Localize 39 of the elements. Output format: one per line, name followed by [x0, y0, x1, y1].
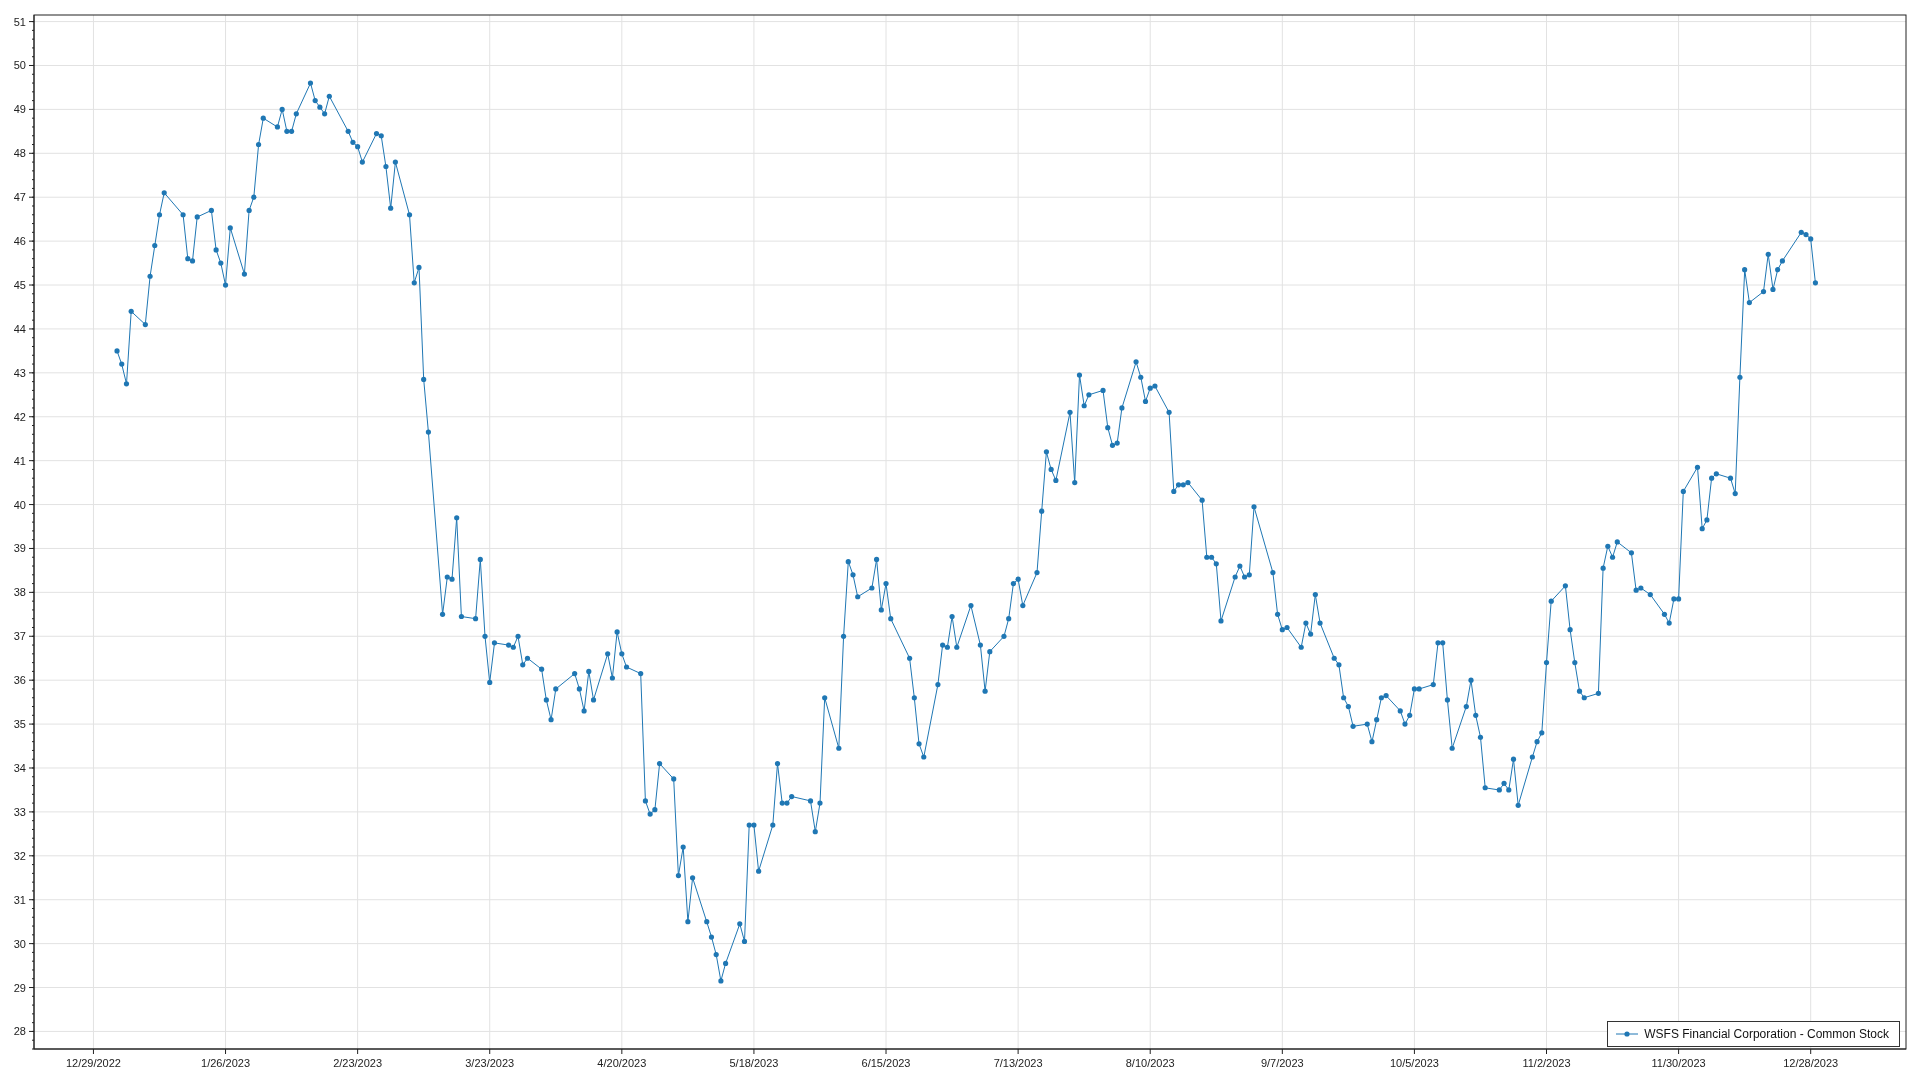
y-tick-label: 50	[13, 59, 26, 72]
y-tick-label: 39	[13, 542, 26, 555]
x-tick-label: 9/7/2023	[1260, 1057, 1304, 1069]
x-tick-label: 12/29/2022	[65, 1057, 121, 1069]
x-tick-label: 1/26/2023	[201, 1057, 250, 1069]
x-tick-label: 10/5/2023	[1389, 1057, 1439, 1069]
y-tick-label: 48	[13, 147, 26, 160]
y-tick-label: 45	[13, 279, 26, 292]
y-tick-label: 40	[13, 498, 26, 511]
y-tick-label: 51	[13, 15, 26, 28]
y-tick-label: 28	[13, 1025, 26, 1038]
x-tick-label: 7/13/2023	[993, 1057, 1043, 1069]
y-tick-label: 37	[13, 630, 26, 643]
y-tick-label: 34	[13, 762, 26, 774]
y-tick-label: 32	[13, 849, 26, 862]
y-tick-label: 43	[13, 366, 26, 379]
x-tick-label: 11/2/2023	[1522, 1057, 1571, 1069]
y-tick-label: 36	[13, 674, 26, 687]
y-tick-label: 44	[13, 322, 26, 335]
x-tick-label: 12/28/2023	[1783, 1057, 1839, 1069]
y-tick-label: 42	[13, 410, 26, 423]
x-tick-label: 11/30/2023	[1651, 1057, 1706, 1069]
y-tick-label: 33	[13, 805, 26, 818]
x-tick-label: 4/20/2023	[597, 1057, 647, 1069]
y-tick-label: 31	[13, 893, 26, 906]
y-tick-label: 46	[13, 235, 26, 248]
y-tick-label: 47	[13, 191, 26, 204]
x-tick-label: 2/23/2023	[333, 1057, 383, 1069]
y-tick-label: 30	[13, 937, 26, 950]
x-tick-label: 6/15/2023	[861, 1057, 911, 1069]
y-tick-label: 29	[13, 981, 26, 994]
x-tick-label: 5/18/2023	[729, 1057, 779, 1069]
legend-label: WSFS Financial Corporation - Common Stock	[1644, 1027, 1889, 1041]
y-tick-label: 41	[13, 454, 26, 467]
y-tick-label: 35	[13, 718, 26, 731]
y-tick-label: 49	[13, 103, 26, 116]
x-tick-label: 3/23/2023	[465, 1057, 515, 1069]
x-tick-label: 8/10/2023	[1125, 1057, 1175, 1069]
y-tick-label: 38	[13, 586, 26, 599]
